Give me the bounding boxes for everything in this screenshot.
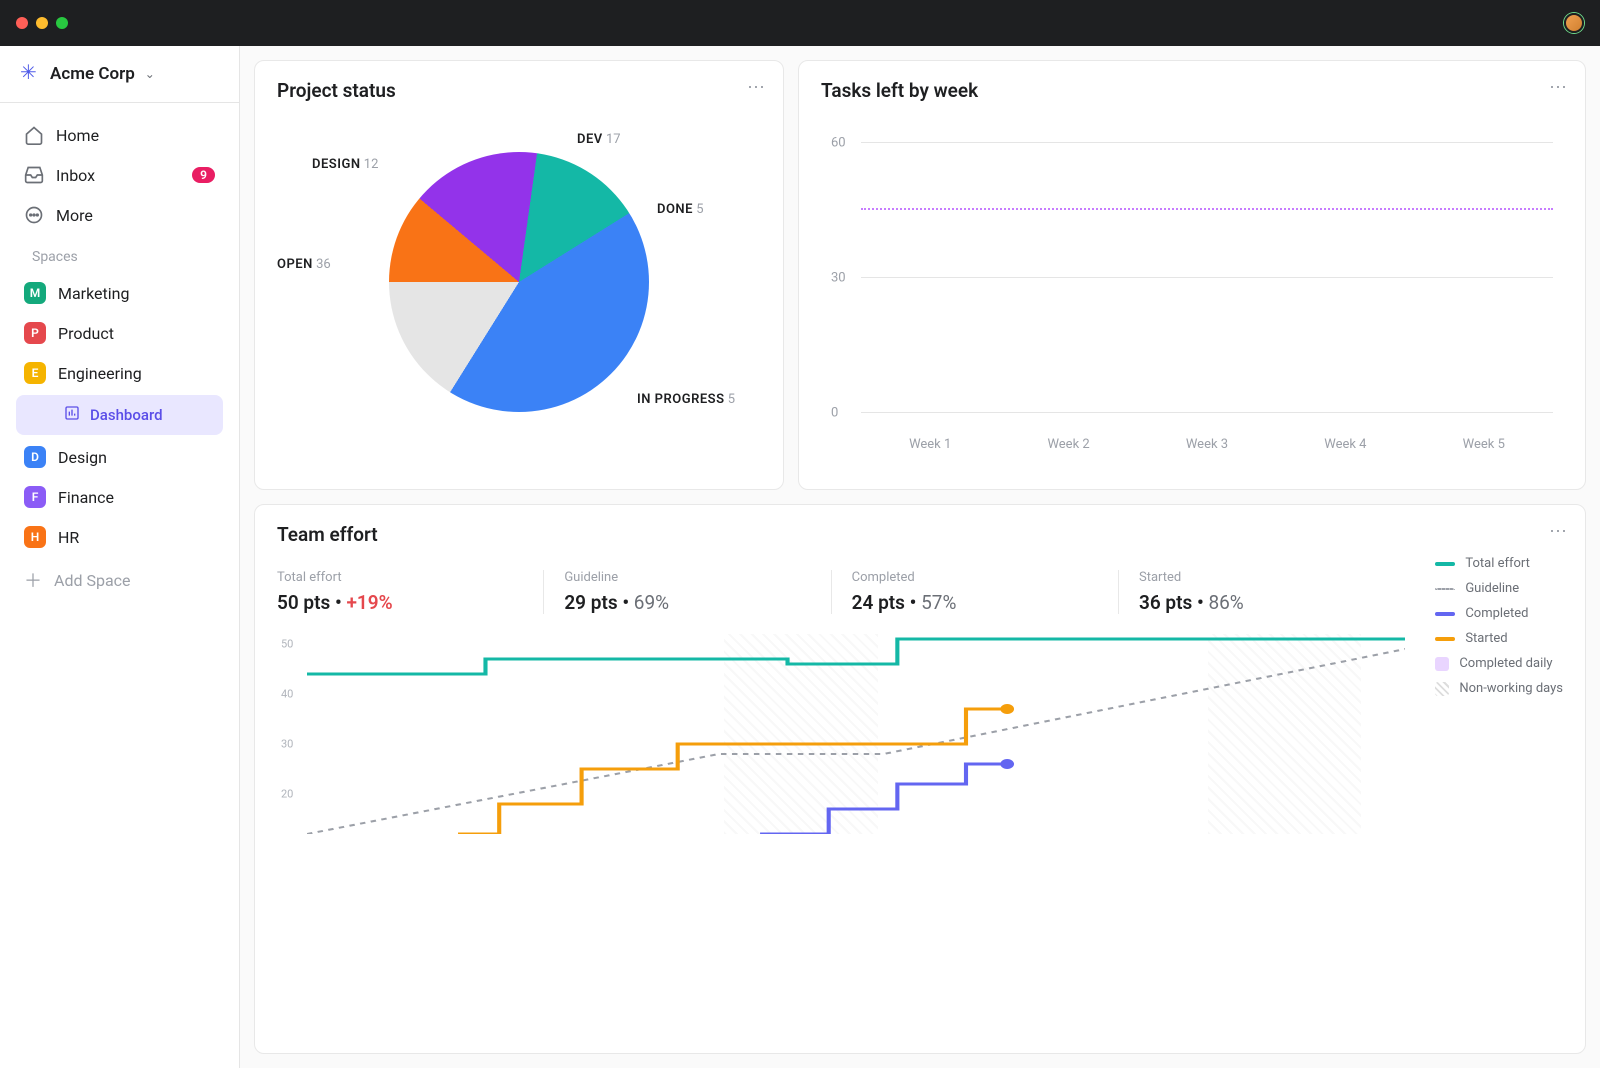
space-design[interactable]: D Design: [10, 437, 229, 477]
nav-label: More: [56, 206, 93, 225]
y-axis-label: 60: [831, 136, 846, 151]
nav-more[interactable]: More: [10, 195, 229, 235]
pie-label-done: DONE 5: [657, 202, 704, 217]
stat-pct: 86%: [1208, 591, 1243, 614]
space-icon: D: [24, 446, 46, 468]
pie-label-open: OPEN 36: [277, 257, 331, 272]
space-label: Finance: [58, 488, 114, 507]
stat-value: 36 pts: [1139, 591, 1192, 614]
space-icon: E: [24, 362, 46, 384]
y-axis-label: 30: [831, 271, 846, 286]
y-axis-label: 0: [831, 406, 838, 421]
space-icon: M: [24, 282, 46, 304]
nav-label: Inbox: [56, 166, 95, 185]
add-space-button[interactable]: ＋ Add Space: [10, 557, 229, 603]
space-label: Marketing: [58, 284, 129, 303]
space-hr[interactable]: H HR: [10, 517, 229, 557]
more-icon: [24, 205, 44, 225]
stat-started: Started 36 pts • 86%: [1139, 570, 1405, 614]
pie-chart: [389, 152, 649, 412]
card-title: Tasks left by week: [821, 79, 1563, 102]
stat-value: 50 pts: [277, 591, 330, 614]
stat-value: 29 pts: [564, 591, 617, 614]
stat-pct: 69%: [634, 591, 669, 614]
space-finance[interactable]: F Finance: [10, 477, 229, 517]
legend-item: Started: [1435, 631, 1563, 646]
home-icon: [24, 125, 44, 145]
x-axis-label: Week 4: [1324, 437, 1366, 452]
sidebar-item-dashboard[interactable]: Dashboard: [16, 395, 223, 435]
space-icon: P: [24, 322, 46, 344]
stat-value: 24 pts: [852, 591, 905, 614]
x-axis-label: Week 3: [1186, 437, 1228, 452]
stat-completed: Completed 24 pts • 57%: [852, 570, 1119, 614]
tasks-left-card: Tasks left by week ⋯ 60 30 0: [798, 60, 1586, 490]
team-effort-card: Team effort ⋯ Total effort 50 pts • +19%…: [254, 504, 1586, 1054]
plus-icon: ＋: [24, 567, 42, 593]
card-title: Project status: [277, 79, 761, 102]
legend-item: Guideline: [1435, 581, 1563, 596]
close-window-button[interactable]: [16, 17, 28, 29]
stat-label: Completed: [852, 570, 1098, 585]
space-label: HR: [58, 528, 79, 547]
workspace-switcher[interactable]: Acme Corp ⌄: [0, 46, 239, 103]
nav-home[interactable]: Home: [10, 115, 229, 155]
pie-label-design: DESIGN 12: [312, 157, 378, 172]
y-axis-label: 30: [281, 738, 293, 751]
y-axis-label: 50: [281, 638, 293, 651]
inbox-icon: [24, 165, 44, 185]
line-chart: 50 40 30 20: [307, 634, 1405, 834]
card-menu-button[interactable]: ⋯: [747, 77, 765, 98]
space-label: Product: [58, 324, 114, 343]
stat-label: Total effort: [277, 570, 523, 585]
user-avatar[interactable]: [1564, 13, 1584, 33]
window-titlebar: [0, 0, 1600, 46]
add-space-label: Add Space: [54, 571, 131, 590]
inbox-badge: 9: [192, 167, 215, 183]
x-axis-label: Week 2: [1047, 437, 1089, 452]
space-marketing[interactable]: M Marketing: [10, 273, 229, 313]
sub-item-label: Dashboard: [90, 406, 163, 424]
card-menu-button[interactable]: ⋯: [1549, 521, 1567, 542]
workspace-name: Acme Corp: [50, 64, 135, 84]
stat-delta: +19%: [346, 591, 392, 614]
space-engineering[interactable]: E Engineering: [10, 353, 229, 393]
pie-label-inprogress: IN PROGRESS 5: [637, 392, 735, 407]
workspace-logo-icon: [20, 64, 40, 84]
y-axis-label: 20: [281, 788, 293, 801]
nav-inbox[interactable]: Inbox 9: [10, 155, 229, 195]
dashboard-icon: [64, 405, 80, 425]
legend-item: Non-working days: [1435, 681, 1563, 696]
stat-total-effort: Total effort 50 pts • +19%: [277, 570, 544, 614]
maximize-window-button[interactable]: [56, 17, 68, 29]
x-axis-label: Week 5: [1463, 437, 1505, 452]
chevron-down-icon: ⌄: [145, 67, 155, 81]
stat-label: Started: [1139, 570, 1385, 585]
pie-label-dev: DEV 17: [577, 132, 621, 147]
project-status-card: Project status ⋯ DEV 17 DONE 5 IN PROGRE…: [254, 60, 784, 490]
stat-pct: 57%: [921, 591, 956, 614]
space-label: Engineering: [58, 364, 142, 383]
legend-item: Completed daily: [1435, 656, 1563, 671]
y-axis-label: 40: [281, 688, 293, 701]
stat-guideline: Guideline 29 pts • 69%: [564, 570, 831, 614]
legend: Total effort Guideline Completed Started…: [1435, 556, 1563, 834]
sidebar: Acme Corp ⌄ Home Inbox 9 More: [0, 46, 240, 1068]
x-axis-label: Week 1: [909, 437, 951, 452]
space-icon: F: [24, 486, 46, 508]
card-title: Team effort: [277, 523, 1563, 546]
stat-label: Guideline: [564, 570, 810, 585]
minimize-window-button[interactable]: [36, 17, 48, 29]
space-label: Design: [58, 448, 107, 467]
space-icon: H: [24, 526, 46, 548]
space-product[interactable]: P Product: [10, 313, 229, 353]
legend-item: Total effort: [1435, 556, 1563, 571]
nav-label: Home: [56, 126, 99, 145]
legend-item: Completed: [1435, 606, 1563, 621]
spaces-section-label: Spaces: [10, 235, 229, 273]
card-menu-button[interactable]: ⋯: [1549, 77, 1567, 98]
main-content: Project status ⋯ DEV 17 DONE 5 IN PROGRE…: [240, 46, 1600, 1068]
